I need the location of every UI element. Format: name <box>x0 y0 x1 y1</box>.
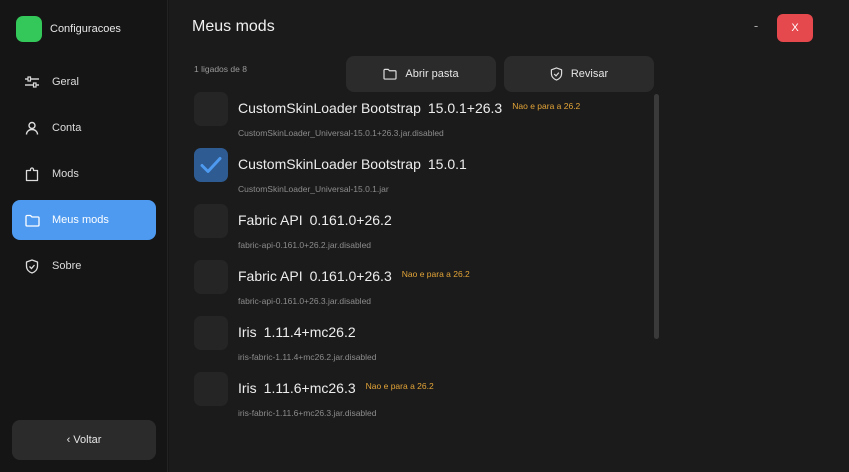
review-label: Revisar <box>570 68 609 80</box>
mod-row: Fabric API 0.161.0+26.2 fabric-api-0.161… <box>194 204 649 260</box>
mod-title: Iris 1.11.6+mc26.3 Nao e para a 26.2 <box>238 380 434 396</box>
mod-name: Fabric API <box>238 212 303 228</box>
sidebar-item-label: Conta <box>52 122 82 134</box>
mod-checkbox[interactable] <box>194 92 228 126</box>
mod-name: CustomSkinLoader Bootstrap <box>238 100 421 116</box>
sidebar-item-conta[interactable]: Conta <box>12 108 156 148</box>
mod-version: 15.0.1 <box>427 156 467 172</box>
mod-name: Iris <box>238 380 257 396</box>
mod-row: CustomSkinLoader Bootstrap 15.0.1 Custom… <box>194 148 649 204</box>
user-icon <box>24 120 40 136</box>
back-button[interactable]: ‹ Voltar <box>12 420 156 460</box>
sidebar-item-sobre[interactable]: Sobre <box>12 246 156 286</box>
shield-check-icon <box>24 258 40 274</box>
sidebar-item-label: Mods <box>52 168 79 180</box>
mod-row: Iris 1.11.6+mc26.3 Nao e para a 26.2 iri… <box>194 372 649 428</box>
mod-version: 15.0.1+26.3 <box>427 100 503 116</box>
sidebar-item-mods[interactable]: Mods <box>12 154 156 194</box>
mod-row: Fabric API 0.161.0+26.3 Nao e para a 26.… <box>194 260 649 316</box>
mod-warning: Nao e para a 26.2 <box>512 101 581 111</box>
sidebar: Configuracoes Geral Conta Mods Meus mods <box>0 0 168 472</box>
mod-filename: fabric-api-0.161.0+26.3.jar.disabled <box>238 296 372 306</box>
app-header: Configuracoes <box>16 16 121 42</box>
folder-icon <box>24 212 40 228</box>
scrollbar[interactable] <box>654 94 659 339</box>
mod-list: CustomSkinLoader Bootstrap 15.0.1+26.3 N… <box>194 92 649 428</box>
sidebar-item-label: Geral <box>52 76 79 88</box>
mod-title: Fabric API 0.161.0+26.3 Nao e para a 26.… <box>238 268 470 284</box>
checkmark-icon <box>200 157 222 173</box>
mod-checkbox[interactable] <box>194 204 228 238</box>
close-button[interactable]: X <box>777 14 813 42</box>
mod-warning: Nao e para a 26.2 <box>401 269 470 279</box>
sidebar-item-geral[interactable]: Geral <box>12 62 156 102</box>
folder-icon <box>383 68 397 80</box>
mod-checkbox[interactable] <box>194 316 228 350</box>
sidebar-item-label: Meus mods <box>52 214 109 226</box>
mod-filename: CustomSkinLoader_Universal-15.0.1.jar <box>238 184 389 194</box>
mod-warning: Nao e para a 26.2 <box>365 381 434 391</box>
mod-checkbox[interactable] <box>194 148 228 182</box>
mod-title: Fabric API 0.161.0+26.2 <box>238 212 392 228</box>
mod-name: Iris <box>238 324 257 340</box>
minimize-button[interactable]: - <box>751 18 761 33</box>
mod-version: 1.11.4+mc26.2 <box>263 324 356 340</box>
mod-checkbox[interactable] <box>194 260 228 294</box>
mod-version: 0.161.0+26.3 <box>309 268 392 284</box>
page-title: Meus mods <box>192 18 275 35</box>
mod-row: CustomSkinLoader Bootstrap 15.0.1+26.3 N… <box>194 92 649 148</box>
sidebar-nav: Geral Conta Mods Meus mods Sobre <box>12 62 156 292</box>
sliders-icon <box>24 74 40 90</box>
mod-filename: fabric-api-0.161.0+26.2.jar.disabled <box>238 240 372 250</box>
mod-name: CustomSkinLoader Bootstrap <box>238 156 421 172</box>
mod-title: CustomSkinLoader Bootstrap 15.0.1+26.3 N… <box>238 100 580 116</box>
app-logo <box>16 16 42 42</box>
mod-filename: iris-fabric-1.11.4+mc26.2.jar.disabled <box>238 352 377 362</box>
sidebar-item-label: Sobre <box>52 260 82 272</box>
mod-name: Fabric API <box>238 268 303 284</box>
open-folder-label: Abrir pasta <box>405 68 459 80</box>
mod-filename: iris-fabric-1.11.6+mc26.3.jar.disabled <box>238 408 377 418</box>
mod-checkbox[interactable] <box>194 372 228 406</box>
mod-title: Iris 1.11.4+mc26.2 <box>238 324 356 340</box>
mod-version: 1.11.6+mc26.3 <box>263 380 356 396</box>
app-title: Configuracoes <box>50 23 121 35</box>
main-panel: Meus mods - X 1 ligados de 8 Abrir pasta… <box>169 0 849 472</box>
mod-title: CustomSkinLoader Bootstrap 15.0.1 <box>238 156 467 172</box>
open-folder-button[interactable]: Abrir pasta <box>346 56 496 92</box>
mod-version: 0.161.0+26.2 <box>309 212 392 228</box>
shield-check-icon <box>550 67 563 81</box>
sidebar-item-meus-mods[interactable]: Meus mods <box>12 200 156 240</box>
review-button[interactable]: Revisar <box>504 56 654 92</box>
mod-row: Iris 1.11.4+mc26.2 iris-fabric-1.11.4+mc… <box>194 316 649 372</box>
puzzle-icon <box>24 166 40 182</box>
mod-filename: CustomSkinLoader_Universal-15.0.1+26.3.j… <box>238 128 444 138</box>
enabled-count: 1 ligados de 8 <box>194 64 247 74</box>
